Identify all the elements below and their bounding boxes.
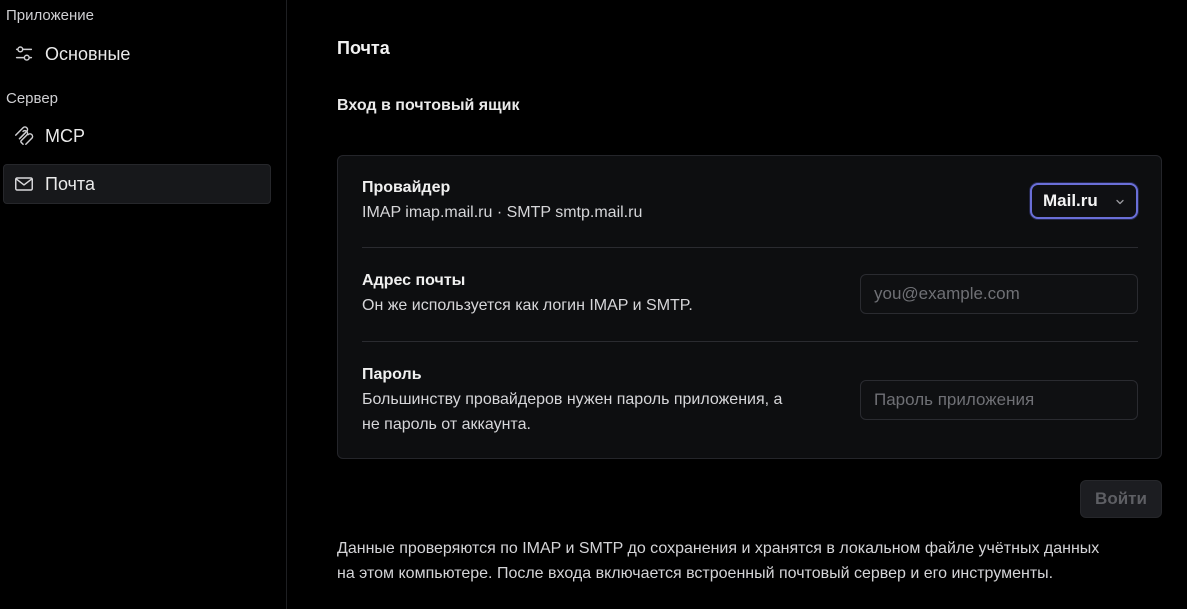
- password-description-line: Большинству провайдеров нужен пароль при…: [362, 391, 783, 408]
- email-row: Адрес почты Он же используется как логин…: [362, 271, 1138, 341]
- password-label: Пароль: [362, 366, 422, 383]
- footer-note: Данные проверяются по IMAP и SMTP до сох…: [337, 536, 1177, 586]
- email-description: Он же используется как логин IMAP и SMTP…: [362, 297, 693, 314]
- divider: [362, 341, 1138, 342]
- footer-note-line: Данные проверяются по IMAP и SMTP до сох…: [337, 540, 1100, 557]
- mail-settings-card: Провайдер IMAP imap.mail.ru · SMTP smtp.…: [337, 155, 1162, 459]
- mcp-icon: [12, 124, 36, 148]
- provider-select-value: Mail.ru: [1043, 191, 1098, 210]
- sidebar-section-app: Приложение: [6, 7, 94, 24]
- sidebar-item-general[interactable]: Основные: [3, 34, 271, 74]
- sidebar-item-mcp[interactable]: MCP: [3, 116, 271, 156]
- provider-row: Провайдер IMAP imap.mail.ru · SMTP smtp.…: [362, 178, 1138, 248]
- sliders-icon: [12, 42, 36, 66]
- mail-icon: [12, 172, 36, 196]
- sidebar-item-label: MCP: [45, 125, 85, 146]
- sidebar: Приложение Основные Сервер MCP Почта: [0, 0, 287, 609]
- sidebar-item-label: Основные: [45, 43, 131, 64]
- footer-note-line: на этом компьютере. После входа включает…: [337, 565, 1054, 582]
- password-row: Пароль Большинству провайдеров нужен пар…: [362, 365, 1138, 445]
- chevron-down-icon: [1116, 199, 1124, 205]
- provider-label: Провайдер: [362, 179, 451, 196]
- divider: [362, 247, 1138, 248]
- provider-description: IMAP imap.mail.ru · SMTP smtp.mail.ru: [362, 204, 643, 221]
- section-title: Вход в почтовый ящик: [337, 97, 520, 114]
- sidebar-section-server: Сервер: [6, 90, 59, 107]
- provider-select[interactable]: Mail.ru: [1030, 183, 1138, 219]
- email-label: Адрес почты: [362, 272, 466, 289]
- sidebar-item-label: Почта: [45, 173, 95, 194]
- password-description: Большинству провайдеров нужен пароль при…: [362, 387, 782, 437]
- email-field[interactable]: [860, 274, 1138, 314]
- main-content: Почта Вход в почтовый ящик Провайдер IMA…: [288, 0, 1187, 609]
- login-button[interactable]: Войти: [1080, 480, 1162, 518]
- password-field[interactable]: [860, 380, 1138, 420]
- sidebar-item-mail[interactable]: Почта: [3, 164, 271, 204]
- password-description-line: не пароль от аккаунта.: [362, 416, 531, 433]
- page-title: Почта: [337, 38, 390, 58]
